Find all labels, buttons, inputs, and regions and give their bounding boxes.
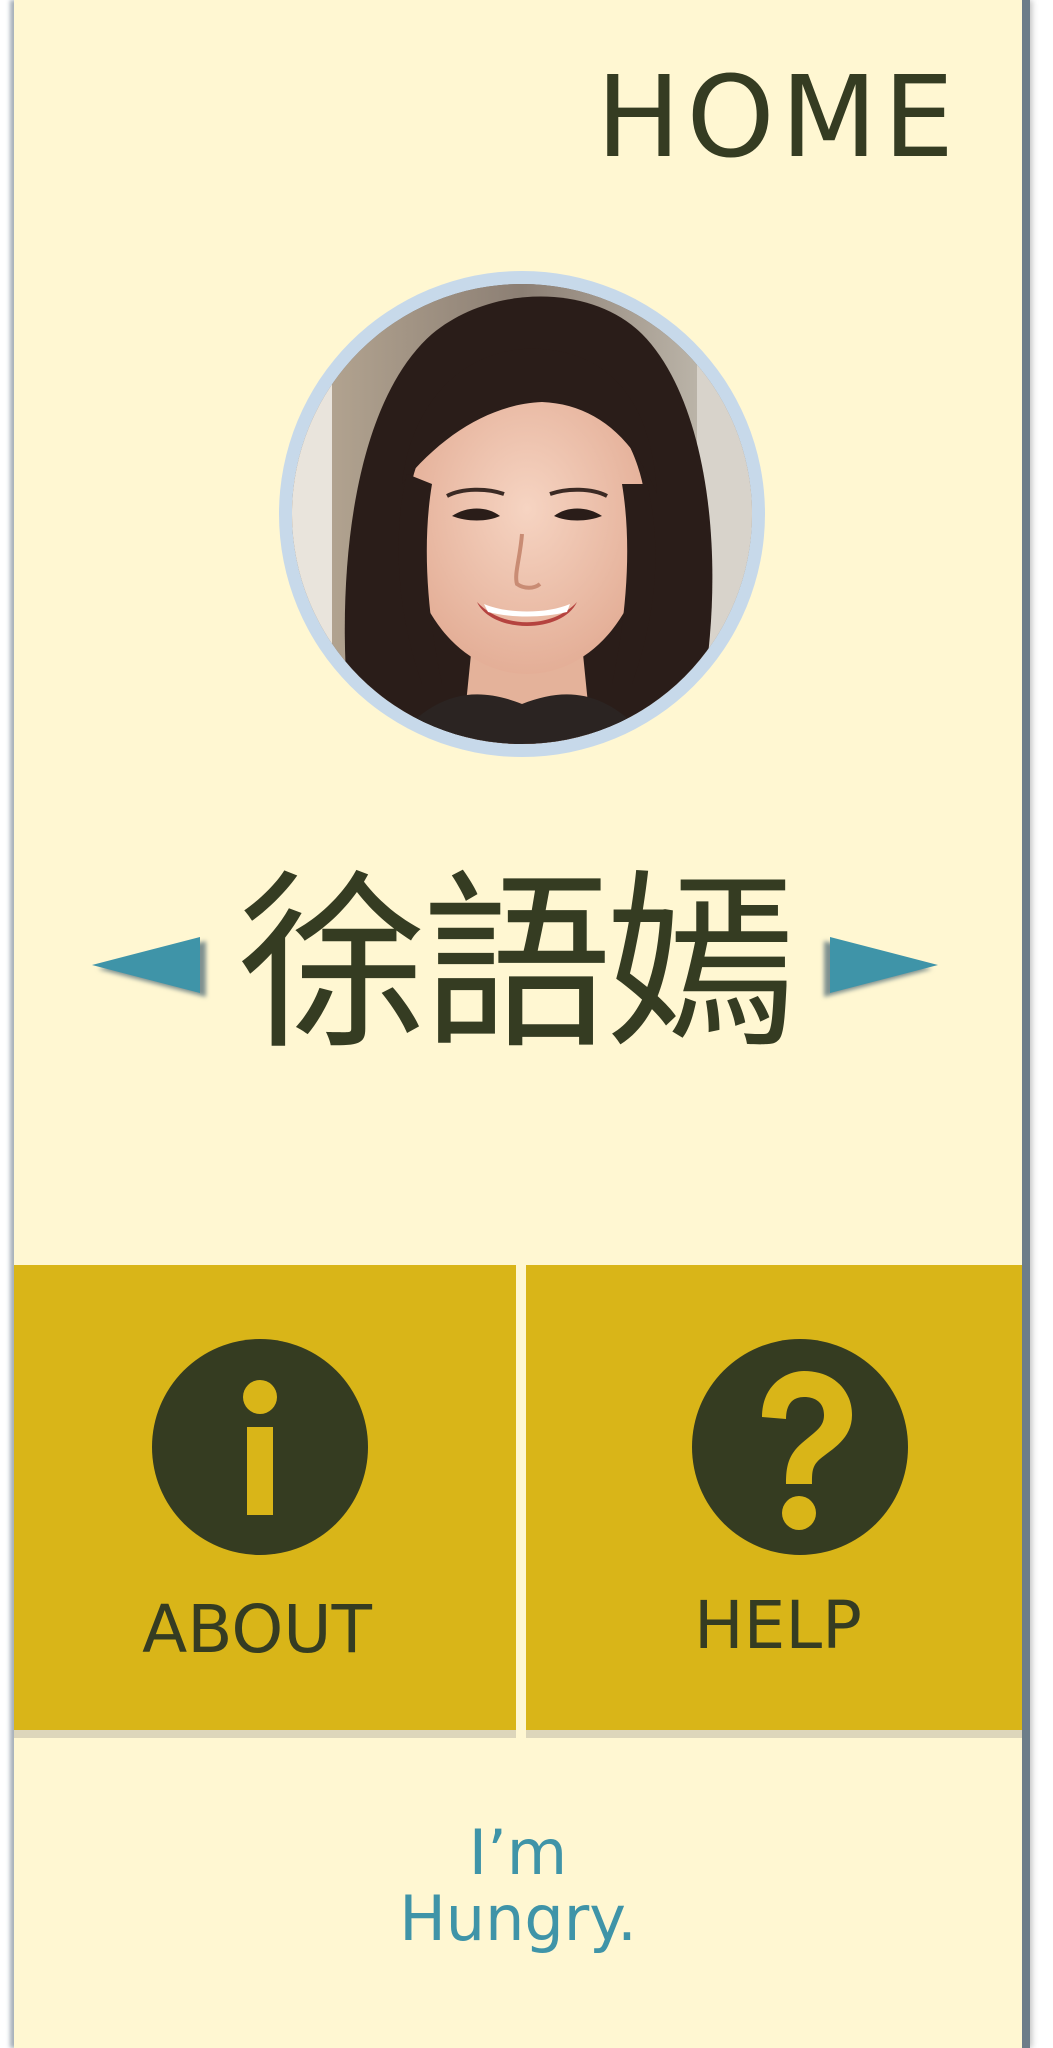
info-icon bbox=[152, 1339, 368, 1555]
question-icon bbox=[692, 1339, 908, 1555]
page-title: HOME bbox=[596, 53, 960, 183]
avatar-frame bbox=[279, 271, 765, 757]
footer-message: I’m Hungry. bbox=[14, 1820, 1022, 1952]
app-screen: HOME 徐語嫣 ABOUT HELP I’m Hungry. bbox=[14, 0, 1022, 2048]
person-name: 徐語嫣 bbox=[237, 854, 796, 1075]
about-label: ABOUT bbox=[142, 1591, 372, 1668]
triangle-left-icon[interactable] bbox=[92, 937, 200, 993]
about-button[interactable]: ABOUT bbox=[14, 1265, 516, 1730]
name-selector: 徐語嫣 bbox=[14, 850, 1022, 1080]
help-button[interactable]: HELP bbox=[526, 1265, 1022, 1730]
triangle-right-icon[interactable] bbox=[830, 937, 938, 993]
avatar bbox=[292, 284, 752, 744]
help-label: HELP bbox=[694, 1587, 862, 1664]
profile-photo bbox=[292, 284, 752, 744]
footer-line-1: I’m bbox=[468, 1816, 568, 1889]
footer-line-2: Hungry. bbox=[399, 1882, 637, 1955]
menu-tiles: ABOUT HELP bbox=[14, 1265, 1022, 1730]
